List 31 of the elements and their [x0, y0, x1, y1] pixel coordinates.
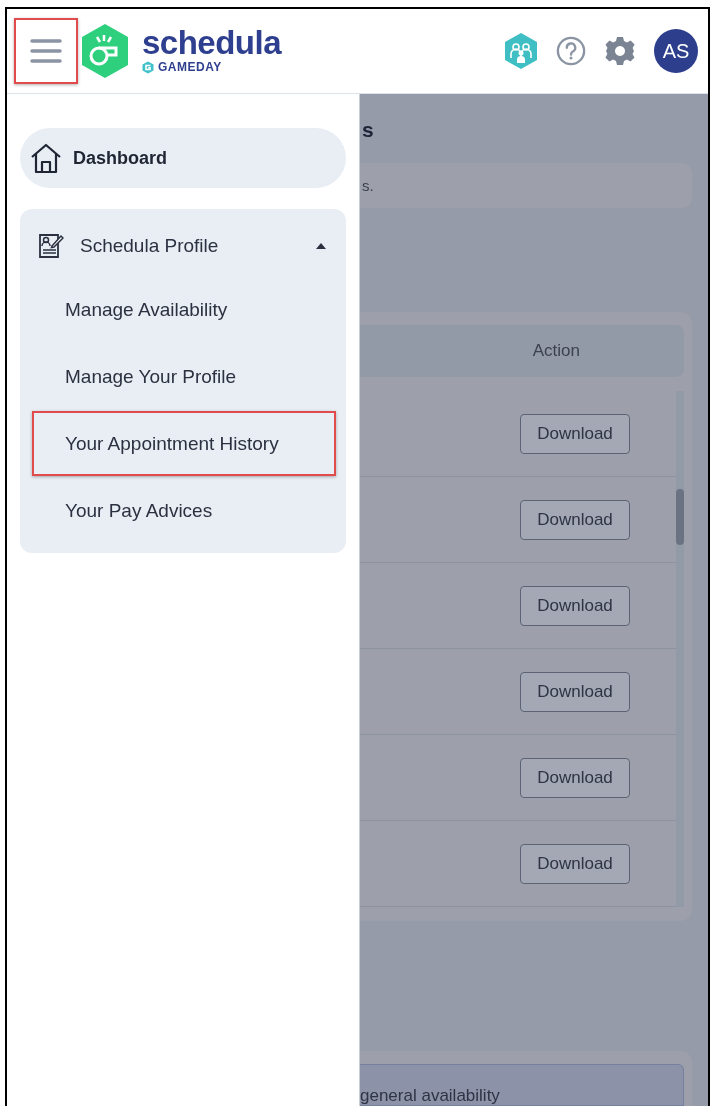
- scrollbar[interactable]: [676, 391, 684, 907]
- menu-icon: [30, 38, 62, 64]
- download-button[interactable]: Download: [520, 757, 630, 798]
- profile-document-icon: [38, 233, 64, 259]
- notice-text: s.: [362, 177, 374, 194]
- logo-tagline: GAMEDAY: [158, 60, 222, 74]
- avatar-button[interactable]: AS: [654, 29, 698, 73]
- help-icon: [556, 36, 586, 66]
- scrollbar-thumb[interactable]: [676, 489, 684, 545]
- availability-text: general availability: [360, 1087, 500, 1105]
- settings-icon: [604, 35, 636, 67]
- download-button[interactable]: Download: [520, 585, 630, 626]
- submenu-item[interactable]: Your Appointment History: [32, 411, 336, 476]
- download-button[interactable]: Download: [520, 499, 630, 540]
- page-heading: s: [362, 118, 375, 142]
- house-icon: [29, 142, 63, 174]
- g-hexagon-icon: [142, 60, 154, 74]
- menu-button[interactable]: [14, 18, 78, 84]
- dashboard-link[interactable]: Dashboard: [20, 128, 346, 188]
- download-button[interactable]: Download: [520, 413, 630, 454]
- submenu-item[interactable]: Manage Your Profile: [32, 344, 336, 409]
- download-button[interactable]: Download: [520, 671, 630, 712]
- whistle-logo-icon: [80, 23, 130, 79]
- submenu-item[interactable]: Your Pay Advices: [32, 478, 336, 543]
- logo-wordmark: schedula: [142, 28, 282, 58]
- column-header: Action: [532, 341, 580, 361]
- submenu-item[interactable]: Manage Availability: [32, 277, 336, 342]
- people-hexagon-icon: [504, 32, 538, 70]
- download-button[interactable]: Download: [520, 843, 630, 884]
- menu-group-header[interactable]: Schedula Profile: [20, 215, 346, 277]
- caret-up-icon: [316, 243, 326, 249]
